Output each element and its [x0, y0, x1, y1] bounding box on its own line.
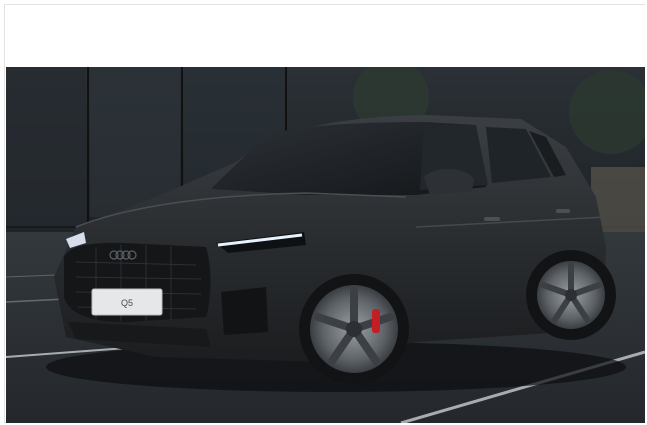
brake-caliper [372, 309, 380, 333]
door-handle-rear [556, 209, 570, 213]
page-frame: Q5 [4, 4, 646, 423]
door-handle-front [484, 217, 500, 221]
fog-light-intake [221, 287, 268, 335]
top-bar [5, 5, 646, 67]
front-wheel [299, 274, 409, 384]
side-mirror [424, 168, 474, 195]
car-illustration: Q5 [6, 67, 645, 423]
license-plate-text: Q5 [121, 298, 133, 308]
rear-wheel [526, 250, 616, 340]
car-photo[interactable]: Q5 [6, 67, 645, 423]
